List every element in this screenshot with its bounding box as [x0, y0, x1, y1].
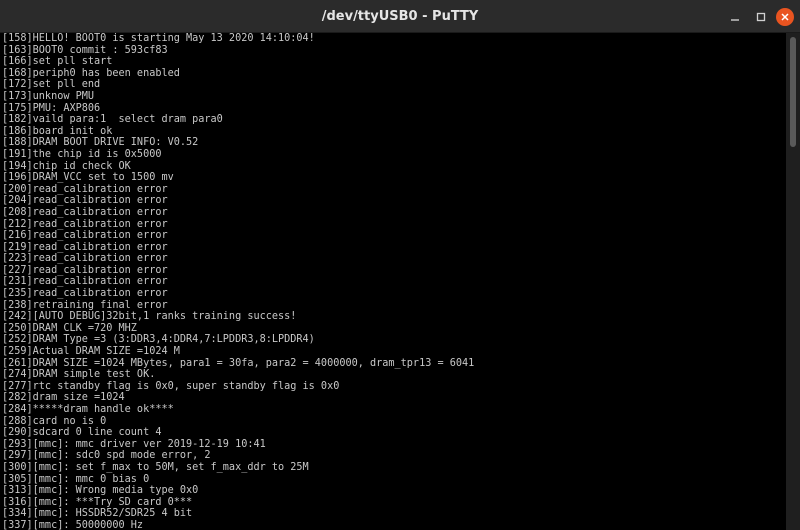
close-icon	[781, 12, 789, 21]
terminal-line: [191]the chip id is 0x5000	[2, 148, 162, 160]
close-button[interactable]	[776, 7, 794, 26]
terminal-line: [166]set pll start	[2, 56, 113, 68]
maximize-button[interactable]	[750, 6, 772, 28]
terminal-line: [173]unknow PMU	[2, 90, 95, 102]
terminal-line: [200]read_calibration error	[2, 183, 168, 195]
terminal-line: [238]retraining final error	[2, 299, 168, 311]
terminal-line: [196]DRAM_VCC set to 1500 mv	[2, 172, 174, 184]
terminal-line: [208]read_calibration error	[2, 206, 168, 218]
title-bar[interactable]: /dev/ttyUSB0 - PuTTY	[0, 0, 800, 33]
terminal-line: [231]read_calibration error	[2, 276, 168, 288]
terminal-output[interactable]: [158]HELLO! BOOT0 is starting May 13 202…	[0, 33, 786, 530]
terminal-line: [219]read_calibration error	[2, 241, 168, 253]
putty-window: /dev/ttyUSB0 - PuTTY [158]HELLO! BOOT0 i…	[0, 0, 800, 530]
terminal-line: [250]DRAM CLK =720 MHZ	[2, 322, 137, 334]
window-controls	[724, 0, 794, 33]
terminal-line: [334][mmc]: HSSDR52/SDR25 4 bit	[2, 508, 193, 520]
terminal-line: [242][AUTO DEBUG]32bit,1 ranks training …	[2, 311, 297, 323]
window-title: /dev/ttyUSB0 - PuTTY	[321, 8, 479, 24]
terminal-line: [277]rtc standby flag is 0x0, super stan…	[2, 380, 340, 392]
terminal-line: [188]DRAM BOOT DRIVE INFO: V0.52	[2, 137, 199, 149]
terminal-line: [252]DRAM Type =3 (3:DDR3,4:DDR4,7:LPDDR…	[2, 334, 315, 346]
terminal-line: [284]*****dram handle ok****	[2, 404, 174, 415]
terminal-line: [293][mmc]: mmc driver ver 2019-12-19 10…	[2, 438, 266, 450]
minimize-button[interactable]	[724, 6, 746, 28]
terminal-line: [282]dram size =1024	[2, 392, 125, 404]
terminal-line: [300][mmc]: set f_max to 50M, set f_max_…	[2, 461, 309, 473]
terminal-line: [194]chip id check OK	[2, 160, 131, 172]
terminal-line: [227]read_calibration error	[2, 264, 168, 276]
maximize-icon	[756, 12, 766, 21]
terminal-line: [158]HELLO! BOOT0 is starting May 13 202…	[2, 33, 315, 44]
terminal-line: [204]read_calibration error	[2, 195, 168, 207]
terminal-line: [259]Actual DRAM SIZE =1024 M	[2, 346, 180, 358]
terminal-line: [186]board init ok	[2, 125, 113, 137]
terminal-line: [168]periph0 has been enabled	[2, 67, 180, 79]
terminal-line: [235]read_calibration error	[2, 288, 168, 300]
terminal-line: [216]read_calibration error	[2, 230, 168, 242]
terminal-line: [163]BOOT0 commit : 593cf83	[2, 44, 168, 56]
terminal-line: [212]read_calibration error	[2, 218, 168, 230]
terminal-line: [172]set pll end	[2, 79, 101, 91]
terminal-line: [175]PMU: AXP806	[2, 102, 101, 114]
terminal-line: [274]DRAM simple test OK.	[2, 369, 156, 381]
terminal-line: [297][mmc]: sdc0 spd mode error, 2	[2, 450, 211, 462]
terminal-line: [223]read_calibration error	[2, 253, 168, 265]
terminal-line: [261]DRAM SIZE =1024 MBytes, para1 = 30f…	[2, 357, 475, 369]
terminal-line: [288]card no is 0	[2, 415, 107, 427]
terminal-line: [290]sdcard 0 line count 4	[2, 427, 162, 439]
scrollbar-thumb[interactable]	[790, 37, 796, 147]
minimize-icon	[731, 18, 739, 21]
terminal-line: [182]vaild para:1 select dram para0	[2, 114, 223, 126]
scrollbar[interactable]	[786, 33, 800, 530]
terminal-line: [305][mmc]: mmc 0 bias 0	[2, 473, 150, 485]
terminal-line: [316][mmc]: ***Try SD card 0***	[2, 496, 193, 508]
terminal-line: [313][mmc]: Wrong media type 0x0	[2, 485, 199, 497]
terminal-line: [337][mmc]: 50000000 Hz	[2, 519, 144, 530]
